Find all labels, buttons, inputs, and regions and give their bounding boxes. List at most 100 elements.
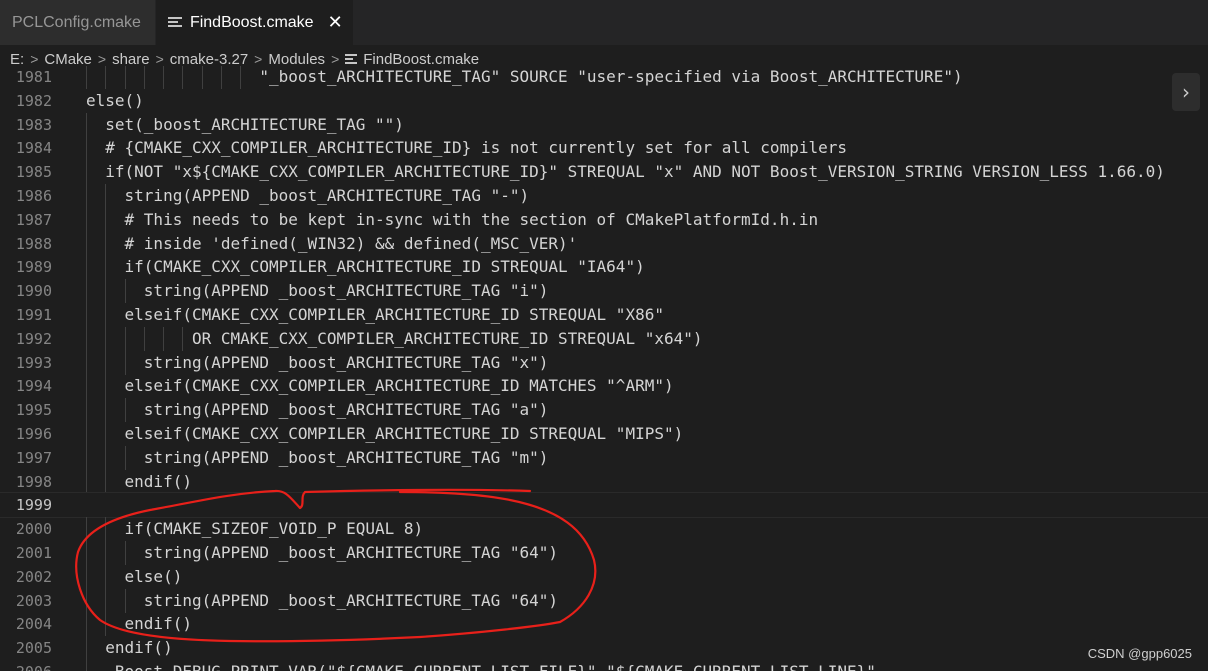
code-line[interactable]: 1994 elseif(CMAKE_CXX_COMPILER_ARCHITECT… bbox=[0, 374, 1208, 399]
code-line[interactable]: 2004 endif() bbox=[0, 612, 1208, 637]
close-icon[interactable]: ✕ bbox=[328, 12, 343, 33]
line-number: 1981 bbox=[15, 68, 52, 86]
code-line[interactable]: 1995 string(APPEND _boost_ARCHITECTURE_T… bbox=[0, 398, 1208, 423]
code-line[interactable]: 1983 set(_boost_ARCHITECTURE_TAG "") bbox=[0, 112, 1208, 137]
line-number: 1997 bbox=[15, 448, 52, 467]
line-number: 1984 bbox=[15, 139, 52, 158]
watermark: CSDN @gpp6025 bbox=[1087, 646, 1192, 661]
code-text: endif() bbox=[86, 471, 192, 491]
breadcrumb-item-cmake-version[interactable]: cmake-3.27 bbox=[170, 51, 248, 68]
line-number: 1996 bbox=[15, 425, 52, 443]
line-number: 2005 bbox=[15, 639, 52, 658]
code-line[interactable]: 1982 else() bbox=[0, 89, 1208, 113]
breadcrumb-separator: > bbox=[254, 51, 263, 67]
line-number: 1992 bbox=[15, 329, 52, 348]
line-number: 1995 bbox=[15, 401, 52, 420]
code-text: else() bbox=[86, 90, 144, 110]
code-line[interactable]: 1981 "_boost_ARCHITECTURE_TAG" SOURCE "u… bbox=[0, 66, 1208, 89]
code-line[interactable]: 1996 elseif(CMAKE_CXX_COMPILER_ARCHITECT… bbox=[0, 422, 1208, 446]
breadcrumb-separator: > bbox=[331, 51, 340, 67]
line-number: 1999 bbox=[15, 496, 52, 515]
code-line[interactable]: 1989 if(CMAKE_CXX_COMPILER_ARCHITECTURE_… bbox=[0, 255, 1208, 280]
code-text: string(APPEND _boost_ARCHITECTURE_TAG "x… bbox=[86, 352, 549, 372]
code-line[interactable]: 2005 endif() bbox=[0, 636, 1208, 661]
line-number: 1998 bbox=[15, 472, 52, 491]
file-lines-icon bbox=[167, 16, 182, 30]
line-number: 1982 bbox=[15, 91, 52, 110]
code-text: elseif(CMAKE_CXX_COMPILER_ARCHITECTURE_I… bbox=[86, 305, 664, 324]
code-text: string(APPEND _boost_ARCHITECTURE_TAG "m… bbox=[86, 447, 549, 467]
code-line[interactable]: 2003 string(APPEND _boost_ARCHITECTURE_T… bbox=[0, 588, 1208, 613]
line-number: 2000 bbox=[15, 520, 52, 539]
line-number: 1987 bbox=[15, 210, 52, 229]
breadcrumb-separator: > bbox=[97, 51, 107, 67]
code-text: if(CMAKE_SIZEOF_VOID_P EQUAL 8) bbox=[86, 519, 424, 539]
code-text: set(_boost_ARCHITECTURE_TAG "") bbox=[86, 114, 404, 134]
line-number: 2001 bbox=[15, 544, 52, 562]
line-number: 1988 bbox=[15, 234, 52, 253]
code-line[interactable]: 1999 bbox=[0, 492, 1208, 519]
code-text: # inside 'defined(_WIN32) && defined(_MS… bbox=[86, 233, 578, 253]
code-line[interactable]: 1988 # inside 'defined(_WIN32) && define… bbox=[0, 231, 1208, 256]
line-number: 1993 bbox=[15, 353, 52, 372]
code-line[interactable]: 1992 OR CMAKE_CXX_COMPILER_ARCHITECTURE_… bbox=[0, 326, 1208, 351]
line-number: 1991 bbox=[15, 306, 52, 324]
code-text: endif() bbox=[86, 638, 173, 658]
code-line[interactable]: 1987 # This needs to be kept in-sync wit… bbox=[0, 207, 1208, 232]
code-line[interactable]: 2000 if(CMAKE_SIZEOF_VOID_P EQUAL 8) bbox=[0, 517, 1208, 542]
code-text: else() bbox=[86, 566, 183, 586]
line-number: 2004 bbox=[15, 615, 52, 634]
line-number: 1986 bbox=[15, 187, 52, 205]
code-line[interactable]: 1997 string(APPEND _boost_ARCHITECTURE_T… bbox=[0, 445, 1208, 470]
code-line[interactable]: 1984 # {CMAKE_CXX_COMPILER_ARCHITECTURE_… bbox=[0, 136, 1208, 161]
line-number: 2006 bbox=[0, 660, 52, 671]
code-text: elseif(CMAKE_CXX_COMPILER_ARCHITECTURE_I… bbox=[86, 376, 674, 396]
breadcrumb-item-file[interactable]: FindBoost.cmake bbox=[363, 51, 479, 68]
code-line[interactable]: 2006 _Boost_DEBUG_PRINT_VAR("${CMAKE_CUR… bbox=[0, 660, 1208, 671]
line-number: 1985 bbox=[15, 163, 52, 182]
tab-label: FindBoost.cmake bbox=[189, 13, 314, 31]
line-number: 1990 bbox=[15, 282, 52, 301]
code-line[interactable]: 2001 string(APPEND _boost_ARCHITECTURE_T… bbox=[0, 541, 1208, 565]
code-line[interactable]: 1991 elseif(CMAKE_CXX_COMPILER_ARCHITECT… bbox=[0, 303, 1208, 327]
line-number: 2003 bbox=[15, 591, 52, 610]
file-lines-icon bbox=[345, 53, 358, 65]
code-text: string(APPEND _boost_ARCHITECTURE_TAG "a… bbox=[86, 400, 549, 420]
tab-bar: PCLConfig.cmake FindBoost.cmake ✕ bbox=[0, 0, 1208, 45]
tab-label: PCLConfig.cmake bbox=[12, 13, 141, 31]
line-number: 2002 bbox=[15, 567, 52, 586]
code-line[interactable]: 1990 string(APPEND _boost_ARCHITECTURE_T… bbox=[0, 279, 1208, 304]
code-line[interactable]: 1998 endif() bbox=[0, 469, 1208, 494]
code-text: string(APPEND _boost_ARCHITECTURE_TAG "6… bbox=[86, 590, 559, 610]
chevron-right-icon: › bbox=[1182, 80, 1190, 104]
code-text: string(APPEND _boost_ARCHITECTURE_TAG "i… bbox=[86, 281, 549, 301]
line-number: 1994 bbox=[15, 377, 52, 396]
code-editor[interactable]: 1981 "_boost_ARCHITECTURE_TAG" SOURCE "u… bbox=[0, 66, 1208, 671]
breadcrumb-separator: > bbox=[30, 51, 39, 67]
code-line[interactable]: 1993 string(APPEND _boost_ARCHITECTURE_T… bbox=[0, 350, 1208, 375]
code-text: endif() bbox=[86, 614, 192, 634]
tab-findboost[interactable]: FindBoost.cmake ✕ bbox=[155, 0, 354, 45]
code-line[interactable]: 2002 else() bbox=[0, 564, 1208, 589]
code-text: string(APPEND _boost_ARCHITECTURE_TAG "-… bbox=[86, 186, 530, 205]
code-text: _Boost_DEBUG_PRINT_VAR("${CMAKE_CURRENT_… bbox=[86, 660, 876, 671]
tab-pclconfig[interactable]: PCLConfig.cmake bbox=[0, 0, 156, 45]
code-line[interactable]: 1986 string(APPEND _boost_ARCHITECTURE_T… bbox=[0, 184, 1208, 208]
breadcrumb-item-modules[interactable]: Modules bbox=[268, 51, 325, 68]
line-number: 1983 bbox=[15, 115, 52, 134]
code-text: OR CMAKE_CXX_COMPILER_ARCHITECTURE_ID ST… bbox=[86, 328, 703, 348]
breadcrumb-item-cmake[interactable]: CMake bbox=[44, 51, 92, 68]
code-text: # {CMAKE_CXX_COMPILER_ARCHITECTURE_ID} i… bbox=[86, 138, 847, 158]
code-text: # This needs to be kept in-sync with the… bbox=[86, 209, 819, 229]
expand-panel-button[interactable]: › bbox=[1172, 73, 1200, 111]
line-number: 1989 bbox=[15, 258, 52, 277]
breadcrumb-separator: > bbox=[155, 51, 164, 67]
code-line[interactable]: 1985 if(NOT "x${CMAKE_CXX_COMPILER_ARCHI… bbox=[0, 160, 1208, 185]
code-text: "_boost_ARCHITECTURE_TAG" SOURCE "user-s… bbox=[86, 67, 963, 86]
code-text: if(NOT "x${CMAKE_CXX_COMPILER_ARCHITECTU… bbox=[86, 162, 1165, 182]
code-text: if(CMAKE_CXX_COMPILER_ARCHITECTURE_ID ST… bbox=[86, 257, 645, 277]
breadcrumb-item-share[interactable]: share bbox=[112, 51, 150, 68]
code-text: elseif(CMAKE_CXX_COMPILER_ARCHITECTURE_I… bbox=[86, 424, 684, 443]
breadcrumb-item-drive[interactable]: E: bbox=[10, 51, 24, 68]
code-text: string(APPEND _boost_ARCHITECTURE_TAG "6… bbox=[86, 543, 559, 562]
